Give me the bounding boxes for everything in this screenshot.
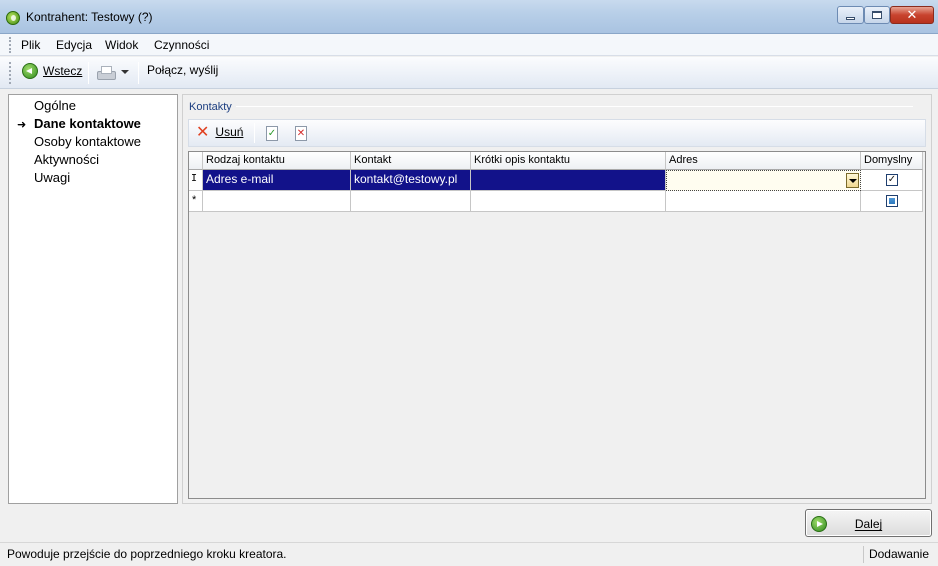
nav-item-notes[interactable]: Uwagi bbox=[34, 170, 70, 185]
column-header-description[interactable]: Krótki opis kontaktu bbox=[471, 152, 666, 170]
app-logo-icon bbox=[6, 11, 20, 25]
cancel-changes-icon[interactable]: ✕ bbox=[295, 126, 307, 141]
default-checkbox[interactable]: ✓ bbox=[886, 174, 898, 186]
column-header-default[interactable]: Domyslny bbox=[861, 152, 923, 170]
delete-button[interactable]: ✕ Usuń bbox=[196, 122, 244, 141]
menu-file[interactable]: Plik bbox=[21, 38, 40, 52]
new-cell-contact-type[interactable] bbox=[203, 191, 351, 212]
group-divider bbox=[235, 106, 913, 107]
status-separator bbox=[863, 546, 864, 563]
toolbar-separator bbox=[88, 62, 89, 84]
row-header-corner bbox=[189, 152, 203, 170]
connect-send-label: Połącz, wyślij bbox=[147, 63, 219, 77]
maximize-button[interactable] bbox=[864, 6, 890, 24]
grid-toolbar-separator bbox=[254, 123, 255, 143]
active-step-arrow-icon: ➜ bbox=[17, 119, 27, 131]
column-header-contact[interactable]: Kontakt bbox=[351, 152, 471, 170]
menu-grip bbox=[9, 37, 11, 53]
chevron-down-icon bbox=[121, 70, 129, 74]
menu-edit[interactable]: Edycja bbox=[56, 38, 92, 52]
new-cell-address[interactable] bbox=[666, 191, 861, 212]
menu-bar: Plik Edycja Widok Czynności bbox=[0, 34, 938, 56]
menu-view[interactable]: Widok bbox=[105, 38, 138, 52]
toolbar-separator-2 bbox=[138, 62, 139, 84]
cell-contact[interactable]: kontakt@testowy.pl bbox=[351, 170, 471, 191]
accept-changes-icon[interactable]: ✓ bbox=[266, 126, 278, 141]
new-cell-contact[interactable] bbox=[351, 191, 471, 212]
print-button[interactable] bbox=[97, 66, 116, 80]
cell-contact-type[interactable]: Adres e-mail bbox=[203, 170, 351, 191]
back-button[interactable]: Wstecz bbox=[22, 63, 82, 79]
address-dropdown-icon[interactable] bbox=[846, 173, 859, 188]
title-bar: Kontrahent: Testowy (?) ✕ bbox=[0, 0, 938, 34]
print-dropdown[interactable] bbox=[121, 70, 129, 74]
delete-x-icon: ✕ bbox=[196, 122, 210, 141]
next-label: Dalej bbox=[854, 517, 883, 531]
close-icon: ✕ bbox=[906, 7, 918, 23]
back-arrow-icon bbox=[22, 63, 38, 79]
status-bar: Powoduje przejście do poprzedniego kroku… bbox=[0, 542, 938, 566]
next-button[interactable]: Dalej bbox=[805, 509, 932, 537]
maximize-icon bbox=[872, 11, 882, 19]
menu-actions[interactable]: Czynności bbox=[154, 38, 209, 52]
default-checkbox-indeterminate[interactable] bbox=[886, 195, 898, 207]
minimize-button[interactable] bbox=[837, 6, 864, 24]
status-message: Powoduje przejście do poprzedniego kroku… bbox=[7, 547, 287, 561]
connect-send-button[interactable]: Połącz, wyślij bbox=[147, 63, 218, 77]
contacts-grid: Rodzaj kontaktu Kontakt Krótki opis kont… bbox=[188, 151, 926, 499]
wizard-step-list: Ogólne ➜ Dane kontaktowe Osoby kontaktow… bbox=[8, 94, 178, 504]
new-cell-description[interactable] bbox=[471, 191, 666, 212]
cell-description[interactable] bbox=[471, 170, 666, 191]
grid-toolbar: ✕ Usuń ✓ ✕ bbox=[188, 119, 926, 147]
address-combobox[interactable] bbox=[666, 170, 861, 191]
minimize-icon bbox=[846, 16, 855, 20]
nav-item-general[interactable]: Ogólne bbox=[34, 98, 76, 113]
cell-default: ✓ bbox=[861, 170, 923, 191]
row-marker-editing: I bbox=[189, 170, 203, 191]
column-header-contact-type[interactable]: Rodzaj kontaktu bbox=[203, 152, 351, 170]
toolbar-grip bbox=[9, 62, 11, 84]
contacts-panel: Kontakty ✕ Usuń ✓ ✕ Rodzaj kontaktu Kont… bbox=[182, 94, 932, 504]
close-button[interactable]: ✕ bbox=[890, 6, 934, 24]
row-marker-new: * bbox=[189, 191, 203, 212]
new-cell-default bbox=[861, 191, 923, 212]
delete-label: Usuń bbox=[215, 125, 244, 139]
contacts-group-label: Kontakty bbox=[189, 101, 236, 113]
back-label: Wstecz bbox=[43, 64, 83, 78]
column-header-address[interactable]: Adres bbox=[666, 152, 861, 170]
main-toolbar: Wstecz Połącz, wyślij bbox=[0, 57, 938, 89]
nav-item-activities[interactable]: Aktywności bbox=[34, 152, 99, 167]
window-title: Kontrahent: Testowy (?) bbox=[26, 10, 153, 24]
nav-item-contact-data[interactable]: Dane kontaktowe bbox=[34, 116, 141, 131]
mode-indicator: Dodawanie bbox=[868, 547, 929, 561]
nav-item-contact-persons[interactable]: Osoby kontaktowe bbox=[34, 134, 141, 149]
printer-icon bbox=[97, 66, 116, 80]
